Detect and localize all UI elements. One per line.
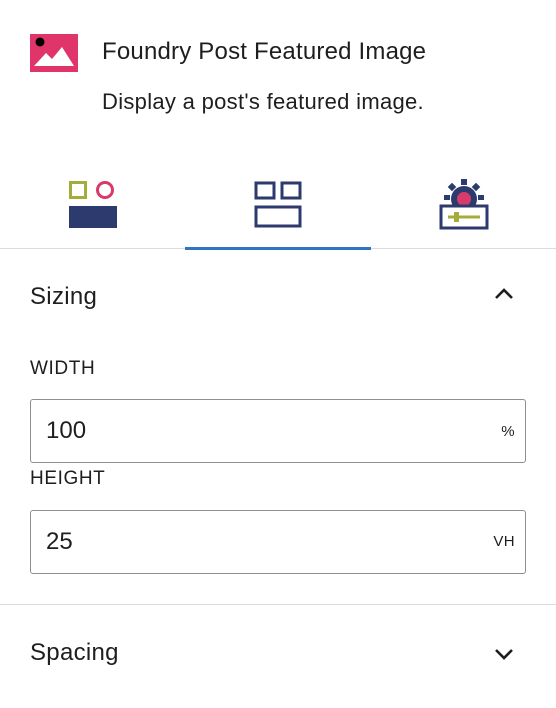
featured-image-icon bbox=[30, 34, 78, 72]
height-unit: VH bbox=[493, 533, 515, 550]
tab-layout[interactable] bbox=[185, 160, 371, 250]
spacing-panel-title: Spacing bbox=[30, 639, 119, 666]
height-input[interactable] bbox=[31, 511, 471, 573]
chevron-down-icon bbox=[495, 649, 513, 660]
spacing-panel-toggle[interactable]: Spacing bbox=[0, 605, 556, 701]
block-description: Display a post's featured image. bbox=[102, 89, 424, 114]
height-field[interactable]: VH bbox=[30, 510, 526, 574]
width-field[interactable]: % bbox=[30, 399, 526, 463]
style-icon bbox=[69, 180, 117, 228]
inspector-tabs bbox=[0, 160, 556, 250]
settings-icon bbox=[439, 178, 488, 229]
sizing-panel-title: Sizing bbox=[30, 283, 98, 310]
tab-style[interactable] bbox=[0, 160, 186, 249]
tab-advanced[interactable] bbox=[371, 160, 556, 249]
height-label: HEIGHT bbox=[30, 468, 106, 489]
block-card: Foundry Post Featured Image Display a po… bbox=[0, 0, 556, 150]
width-unit: % bbox=[501, 423, 515, 440]
width-input[interactable] bbox=[31, 400, 471, 462]
chevron-up-icon bbox=[495, 288, 513, 299]
block-title: Foundry Post Featured Image bbox=[102, 38, 427, 65]
width-label: WIDTH bbox=[30, 358, 96, 379]
layout-icon bbox=[254, 181, 302, 227]
sizing-panel-toggle[interactable]: Sizing bbox=[0, 249, 556, 345]
